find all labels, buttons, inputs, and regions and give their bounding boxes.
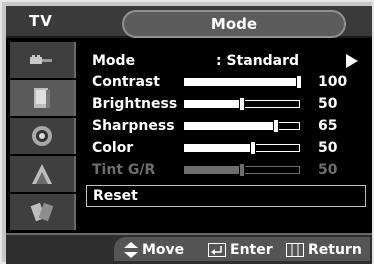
enter-key-icon: [208, 243, 226, 257]
sidebar: [10, 42, 76, 232]
slider-thumb[interactable]: [239, 97, 245, 111]
slider-track[interactable]: [184, 141, 300, 155]
slider-row-contrast[interactable]: Contrast 100: [82, 71, 370, 93]
mode-label: Mode: [92, 53, 136, 69]
slider-label: Sharpness: [92, 118, 175, 134]
slider-row-color[interactable]: Color 50: [82, 137, 370, 159]
slider-fill: [185, 101, 242, 107]
setup-icon: [30, 202, 54, 222]
sidebar-item-channel[interactable]: [10, 156, 76, 192]
slider-fill: [185, 167, 242, 173]
up-down-arrow-icon: [124, 242, 138, 258]
reset-label: Reset: [93, 188, 138, 204]
input-plug-icon: [30, 55, 52, 64]
reset-item[interactable]: Reset: [86, 185, 366, 207]
sidebar-item-setup[interactable]: [10, 194, 76, 230]
footer-hints: Move Enter Return: [114, 237, 370, 261]
menu-key-icon: [286, 243, 304, 257]
return-hint: Return: [286, 242, 362, 258]
slider-fill: [185, 123, 277, 129]
slider-thumb[interactable]: [250, 141, 257, 155]
slider-fill: [185, 79, 299, 85]
slider-track[interactable]: [184, 119, 300, 133]
sidebar-item-sound[interactable]: [10, 118, 76, 154]
enter-hint: Enter: [208, 242, 273, 258]
menu-title: Mode: [122, 10, 346, 38]
slider-track[interactable]: [184, 97, 300, 111]
slider-label: Color: [92, 140, 134, 156]
enter-label: Enter: [230, 242, 273, 258]
sound-icon: [32, 126, 52, 146]
slider-value: 50: [318, 140, 338, 156]
footer-bar: Move Enter Return: [6, 233, 372, 264]
arrow-right-icon: [346, 54, 358, 68]
slider-label: Brightness: [92, 96, 178, 112]
header-bar: TV Mode: [6, 6, 372, 38]
slider-value: 65: [318, 118, 338, 134]
move-label: Move: [142, 242, 185, 258]
move-hint: Move: [124, 242, 184, 258]
picture-icon: [34, 88, 50, 108]
slider-thumb[interactable]: [296, 75, 302, 89]
slider-track[interactable]: [184, 75, 302, 89]
return-label: Return: [308, 242, 362, 258]
slider-label: Contrast: [92, 74, 160, 90]
slider-value: 50: [318, 96, 338, 112]
slider-value: 50: [318, 162, 338, 178]
slider-row-tint: Tint G/R 50: [82, 159, 370, 181]
mode-row[interactable]: Mode : Standard: [82, 50, 370, 72]
tv-label: TV: [29, 12, 53, 30]
slider-row-sharpness[interactable]: Sharpness 65: [82, 115, 370, 137]
channel-icon: [32, 164, 52, 184]
sidebar-item-input[interactable]: [10, 42, 76, 78]
slider-thumb: [239, 163, 245, 177]
slider-row-brightness[interactable]: Brightness 50: [82, 93, 370, 115]
slider-track: [184, 163, 300, 177]
slider-fill: [185, 145, 254, 151]
slider-value: 100: [318, 74, 348, 90]
sidebar-item-picture[interactable]: [10, 80, 76, 116]
settings-panel: Mode : Standard Contrast 100 Brightness …: [82, 42, 370, 232]
tv-osd-frame: TV Mode Mode: Standard Contrast 100 Bri…: [0, 0, 374, 264]
slider-label: Tint G/R: [92, 162, 156, 178]
slider-thumb[interactable]: [273, 119, 280, 133]
mode-value: : Standard: [216, 53, 300, 69]
